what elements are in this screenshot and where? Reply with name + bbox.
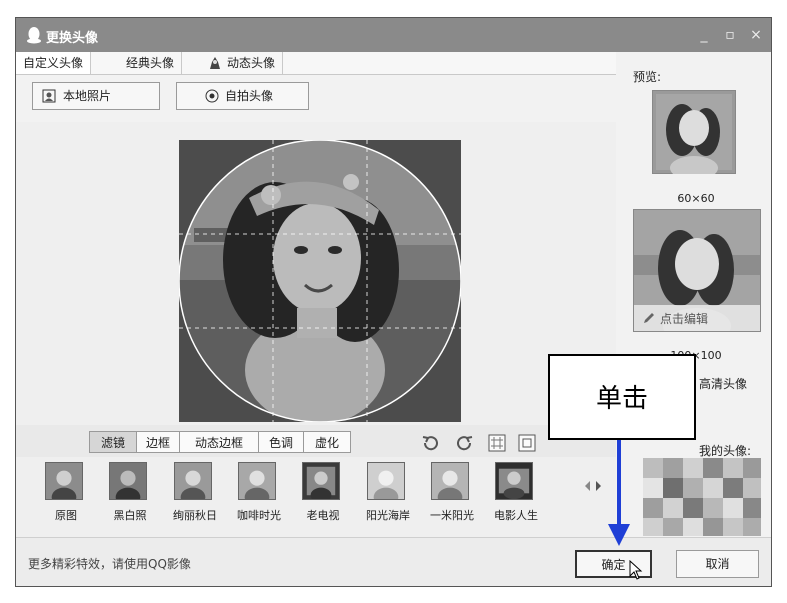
preview-label: 预览:: [633, 70, 662, 84]
undo-icon[interactable]: [421, 434, 439, 452]
footer-bar: 更多精彩特效，请使用QQ影像 确定 取消: [16, 537, 771, 586]
tab-custom-avatar[interactable]: 自定义头像: [16, 52, 92, 74]
avatar-type-tabs: 自定义头像 经典头像 动态头像: [16, 52, 616, 75]
preview-small-size: 60×60: [677, 192, 715, 205]
filter-label: 一米阳光: [430, 509, 474, 522]
window-title: 更换头像: [46, 31, 99, 46]
filter-label: 咖啡时光: [237, 509, 281, 522]
filter-thumb: [367, 462, 405, 500]
filter-thumb: [45, 462, 83, 500]
edit-label: 点击编辑: [660, 312, 709, 326]
photo-icon: [42, 89, 56, 103]
filter-label: 黑白照: [113, 509, 147, 522]
tab-tone[interactable]: 色调: [258, 431, 304, 453]
cancel-label: 取消: [705, 557, 730, 571]
filter-strip: 原图 黑白照 绚丽秋日 咖啡时光 老电视 阳光海岸 一米阳光 电影人生: [16, 457, 616, 537]
ok-button[interactable]: 确定: [575, 550, 652, 580]
camera-icon: [205, 89, 219, 103]
animated-avatar-icon: [210, 57, 220, 69]
filter-label: 老电视: [306, 509, 340, 522]
tab-border[interactable]: 边框: [136, 431, 180, 453]
filter-original[interactable]: 原图: [36, 462, 96, 532]
grid-icon[interactable]: [488, 434, 506, 452]
filter-label: 电影人生: [494, 509, 538, 522]
close-icon[interactable]: ×: [747, 26, 765, 44]
filter-thumb: [109, 462, 147, 500]
tab-filter[interactable]: 滤镜: [89, 431, 137, 453]
filter-autumn[interactable]: 绚丽秋日: [165, 462, 225, 532]
filter-coffee[interactable]: 咖啡时光: [229, 462, 289, 532]
annotation-text: 单击: [595, 384, 648, 414]
title-bar[interactable]: 更换头像 _ ▫ ×: [16, 18, 771, 52]
scroll-arrows-icon[interactable]: [582, 479, 604, 493]
preview-large[interactable]: 点击编辑: [633, 209, 761, 332]
cancel-button[interactable]: 取消: [676, 550, 759, 578]
filter-sunshine[interactable]: 一米阳光: [422, 462, 482, 532]
selfie-avatar-label: 自拍头像: [225, 89, 274, 103]
tab-classic-avatar[interactable]: 经典头像: [119, 52, 183, 74]
hd-avatar-label: 高清头像: [699, 377, 748, 391]
filter-label: 原图: [55, 509, 77, 522]
edit-overlay[interactable]: 点击编辑: [634, 305, 760, 331]
preview-small: [652, 90, 736, 174]
filter-sunny-coast[interactable]: 阳光海岸: [358, 462, 418, 532]
tab-blur[interactable]: 虚化: [303, 431, 351, 453]
filter-old-tv[interactable]: 老电视: [293, 462, 353, 532]
annotation-callout: 单击: [548, 354, 696, 440]
annotation-arrow-icon: [608, 440, 630, 546]
qq-penguin-icon: [27, 27, 41, 44]
crop-icon[interactable]: [518, 434, 536, 452]
footer-hint: 更多精彩特效，请使用QQ影像: [28, 557, 191, 571]
filter-movie[interactable]: 电影人生: [486, 462, 546, 532]
filter-label: 绚丽秋日: [173, 509, 217, 522]
avatar-photo-crop-area[interactable]: [179, 140, 461, 422]
preview-panel: 预览: 60×60 点击编辑 100×100 高清头像 我的头像:: [621, 52, 771, 537]
local-photo-label: 本地照片: [63, 89, 112, 103]
local-photo-button[interactable]: 本地照片: [32, 82, 160, 110]
filter-thumb: [238, 462, 276, 500]
avatar-history-grid[interactable]: [643, 458, 761, 536]
my-avatars-label: 我的头像:: [699, 444, 752, 458]
filter-thumb: [302, 462, 340, 500]
filter-label: 阳光海岸: [366, 509, 410, 522]
filter-black-white[interactable]: 黑白照: [100, 462, 160, 532]
mouse-cursor-icon: [629, 560, 643, 580]
editor-toolbar: 滤镜 边框 动态边框 色调 虚化: [16, 425, 616, 457]
filter-thumb: [495, 462, 533, 500]
pencil-icon: [644, 313, 654, 323]
filter-thumb: [174, 462, 212, 500]
selfie-avatar-button[interactable]: 自拍头像: [176, 82, 309, 110]
minimize-icon[interactable]: _: [695, 26, 713, 44]
tab-animated-avatar-label: 动态头像: [227, 56, 276, 70]
tab-animated-avatar[interactable]: 动态头像: [201, 52, 284, 74]
maximize-icon[interactable]: ▫: [721, 26, 739, 44]
redo-icon[interactable]: [456, 434, 474, 452]
tab-animated-border[interactable]: 动态边框: [179, 431, 259, 453]
filter-thumb: [431, 462, 469, 500]
change-avatar-window: 更换头像 _ ▫ × 自定义头像 经典头像 动态头像 本地照片 自拍头像 滤镜 …: [15, 17, 772, 587]
